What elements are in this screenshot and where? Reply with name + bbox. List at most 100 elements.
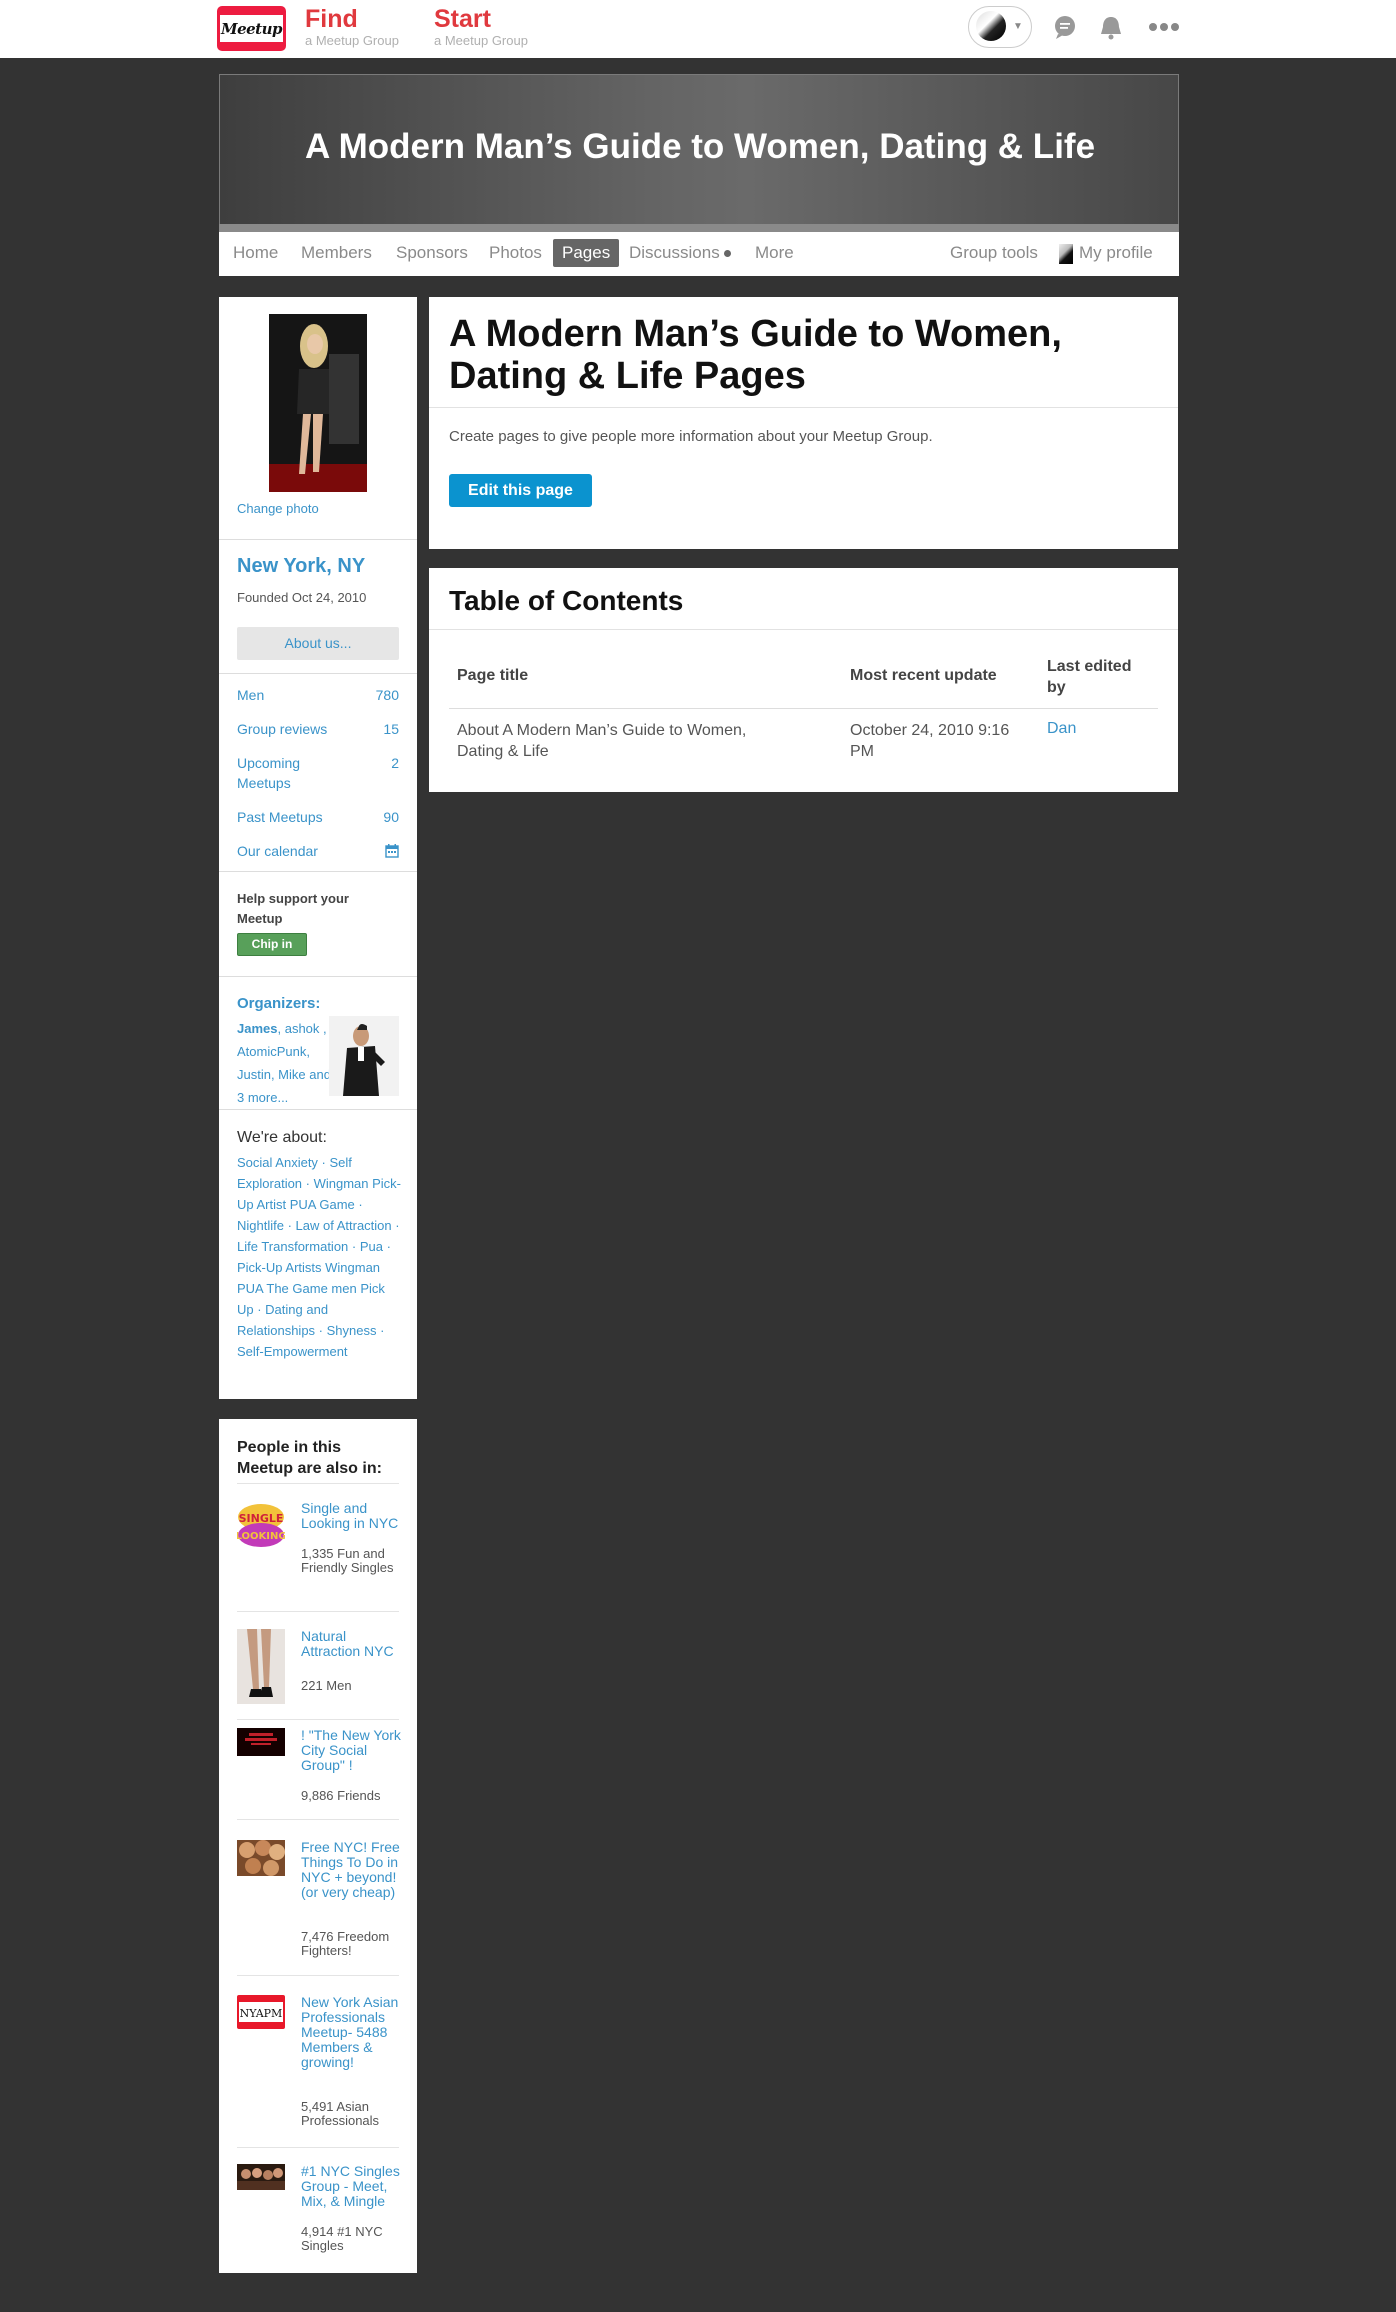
page-title: A Modern Man’s Guide to Women, Dating & … [449, 313, 1062, 397]
group-name[interactable]: ! "The New York City Social Group" ! [301, 1728, 401, 1773]
pages-description: Create pages to give people more informa… [449, 428, 933, 445]
stat-value: 2 [391, 755, 399, 771]
divider [219, 539, 417, 540]
find-sub: a Meetup Group [305, 33, 399, 48]
meetup-logo[interactable]: Meetup [217, 6, 286, 51]
profile-menu-button[interactable]: ▼ [968, 6, 1032, 48]
organizer-lead[interactable]: James [237, 1021, 277, 1036]
svg-text:NYAPM: NYAPM [240, 2007, 283, 2020]
group-name[interactable]: Natural Attraction NYC [301, 1629, 401, 1659]
stat-value: 780 [375, 687, 399, 703]
group-banner: A Modern Man’s Guide to Women, Dating & … [219, 74, 1179, 226]
chip-in-button[interactable]: Chip in [237, 933, 307, 956]
table-row-title[interactable]: About A Modern Man’s Guide to Women, Dat… [457, 720, 797, 762]
edit-page-button[interactable]: Edit this page [449, 474, 592, 507]
group-thumb [237, 2164, 285, 2190]
group-name[interactable]: Free NYC! Free Things To Do in NYC + bey… [301, 1840, 401, 1900]
group-nav: Home Members Sponsors Photos Pages Discu… [219, 232, 1179, 276]
divider [219, 673, 417, 674]
group-photo[interactable] [269, 314, 367, 492]
divider [237, 1611, 399, 1612]
chat-icon[interactable] [1052, 14, 1078, 40]
stat-label: Our calendar [237, 843, 318, 859]
tab-pages[interactable]: Pages [553, 239, 620, 267]
divider [237, 2147, 399, 2148]
col-header-updated: Most recent update [850, 667, 997, 684]
tab-members[interactable]: Members [301, 242, 372, 264]
stat-value: 15 [383, 721, 399, 737]
group-thumb: SINGLE LOOKING [237, 1501, 285, 1549]
also-in-card: People in this Meetup are also in: SINGL… [219, 1419, 417, 2273]
profile-thumb-icon [1059, 243, 1073, 264]
start-label: Start [434, 5, 491, 33]
group-thumb [237, 1728, 285, 1756]
divider [237, 1483, 399, 1484]
group-member-count: 4,914 #1 NYC Singles [301, 2224, 383, 2253]
group-location[interactable]: New York, NY [237, 555, 365, 578]
group-member-count: 9,886 Friends [301, 1788, 381, 1803]
start-sub: a Meetup Group [434, 33, 528, 48]
divider [237, 1719, 399, 1720]
group-member-count: 1,335 Fun and Friendly Singles [301, 1546, 394, 1575]
svg-text:LOOKING: LOOKING [237, 1531, 285, 1542]
founded-date: Founded Oct 24, 2010 [237, 590, 367, 605]
tab-home[interactable]: Home [233, 242, 278, 264]
top-bar: Meetup Find a Meetup Group Start a Meetu… [0, 0, 1396, 58]
divider [219, 976, 417, 977]
new-activity-dot-icon [723, 250, 731, 258]
group-sidebar: Change photo New York, NY Founded Oct 24… [219, 297, 417, 1399]
divider [219, 1109, 417, 1110]
stat-label: Past Meetups [237, 809, 323, 825]
tab-sponsors[interactable]: Sponsors [396, 242, 468, 264]
more-icon[interactable] [1148, 14, 1180, 40]
stat-members[interactable]: Men 780 [237, 685, 399, 705]
col-header-title: Page title [457, 667, 529, 684]
organizer-photo[interactable] [329, 1016, 399, 1096]
start-link[interactable]: Start a Meetup Group [434, 4, 528, 48]
table-row-updated: October 24, 2010 9:16 PM [850, 722, 1010, 760]
divider [429, 629, 1178, 630]
logo-text: Meetup [220, 20, 283, 38]
organizers-list[interactable]: James, ashok , AtomicPunk, Justin, Mike … [237, 1017, 333, 1109]
tab-discussions-label: Discussions [629, 243, 720, 262]
also-in-title: People in this Meetup are also in: [237, 1439, 382, 1477]
tab-discussions[interactable]: Discussions [629, 242, 731, 264]
tab-photos[interactable]: Photos [489, 242, 542, 264]
notification-icon[interactable] [1098, 14, 1124, 40]
divider [237, 1975, 399, 1976]
calendar-icon [385, 844, 399, 858]
table-row-editor-link[interactable]: Dan [1047, 720, 1076, 738]
toc-card: Table of Contents Page title Most recent… [429, 568, 1178, 792]
group-thumb [237, 1629, 285, 1704]
change-photo-link[interactable]: Change photo [237, 501, 319, 516]
organizers-title[interactable]: Organizers: [237, 995, 320, 1012]
find-link[interactable]: Find a Meetup Group [305, 4, 399, 48]
our-calendar-link[interactable]: Our calendar [237, 841, 399, 861]
about-us-button[interactable]: About us... [237, 627, 399, 660]
group-tools-link[interactable]: Group tools [950, 242, 1038, 264]
stat-upcoming-meetups[interactable]: Upcoming Meetups 2 [237, 753, 399, 793]
group-thumb: NYAPM [237, 1995, 285, 2029]
group-thumb [237, 1840, 285, 1876]
divider [219, 871, 417, 872]
my-profile-label: My profile [1079, 243, 1153, 262]
tab-more[interactable]: More [755, 242, 794, 264]
stat-label: Group reviews [237, 721, 328, 737]
stat-value: 90 [383, 809, 399, 825]
stat-past-meetups[interactable]: Past Meetups 90 [237, 807, 399, 827]
group-name[interactable]: Single and Looking in NYC [301, 1501, 401, 1531]
chevron-down-icon: ▼ [1013, 21, 1023, 32]
find-label: Find [305, 5, 358, 33]
toc-title: Table of Contents [449, 585, 684, 616]
my-profile-link[interactable]: My profile [1059, 242, 1153, 264]
pages-card: A Modern Man’s Guide to Women, Dating & … [429, 297, 1178, 549]
svg-text:SINGLE: SINGLE [239, 1512, 284, 1525]
group-name[interactable]: New York Asian Professionals Meetup- 548… [301, 1995, 401, 2070]
group-member-count: 7,476 Freedom Fighters! [301, 1929, 390, 1958]
about-topics-title: We're about: [237, 1129, 327, 1146]
stat-group-reviews[interactable]: Group reviews 15 [237, 719, 399, 739]
topics-list[interactable]: Social Anxiety · Self Exploration · Wing… [237, 1152, 402, 1362]
group-title[interactable]: A Modern Man’s Guide to Women, Dating & … [300, 127, 1100, 167]
group-name[interactable]: #1 NYC Singles Group - Meet, Mix, & Ming… [301, 2164, 401, 2209]
divider [429, 407, 1178, 408]
